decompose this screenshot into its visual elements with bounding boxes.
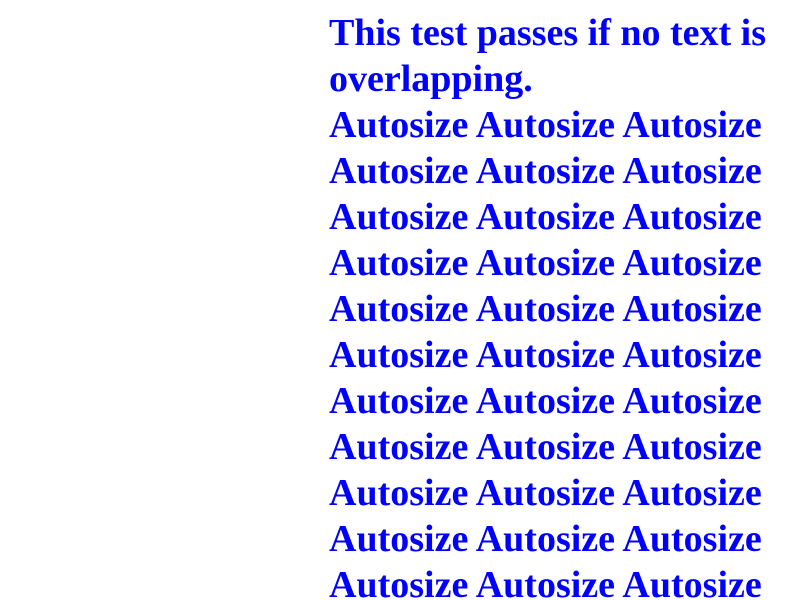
test-page: This test passes if no text is overlappi… (0, 0, 800, 600)
test-text-column: This test passes if no text is overlappi… (329, 10, 800, 600)
autosize-line: Autosize Autosize Autosize (329, 288, 762, 330)
autosize-line: Autosize Autosize Autosize (329, 380, 762, 422)
test-description-line: overlapping. (329, 58, 533, 100)
autosize-line: Autosize Autosize Autosize (329, 426, 762, 468)
test-description-line: This test passes if no text is (329, 12, 767, 54)
autosize-line: Autosize Autosize Autosize (329, 242, 762, 284)
autosize-line: Autosize Autosize Autosize (329, 564, 762, 600)
autosize-line: Autosize Autosize Autosize (329, 472, 762, 514)
autosize-line: Autosize Autosize Autosize (329, 196, 762, 238)
autosize-line: Autosize Autosize Autosize (329, 150, 762, 192)
autosize-line: Autosize Autosize Autosize (329, 518, 762, 560)
autosize-line: Autosize Autosize Autosize (329, 104, 762, 146)
autosize-line: Autosize Autosize Autosize (329, 334, 762, 376)
